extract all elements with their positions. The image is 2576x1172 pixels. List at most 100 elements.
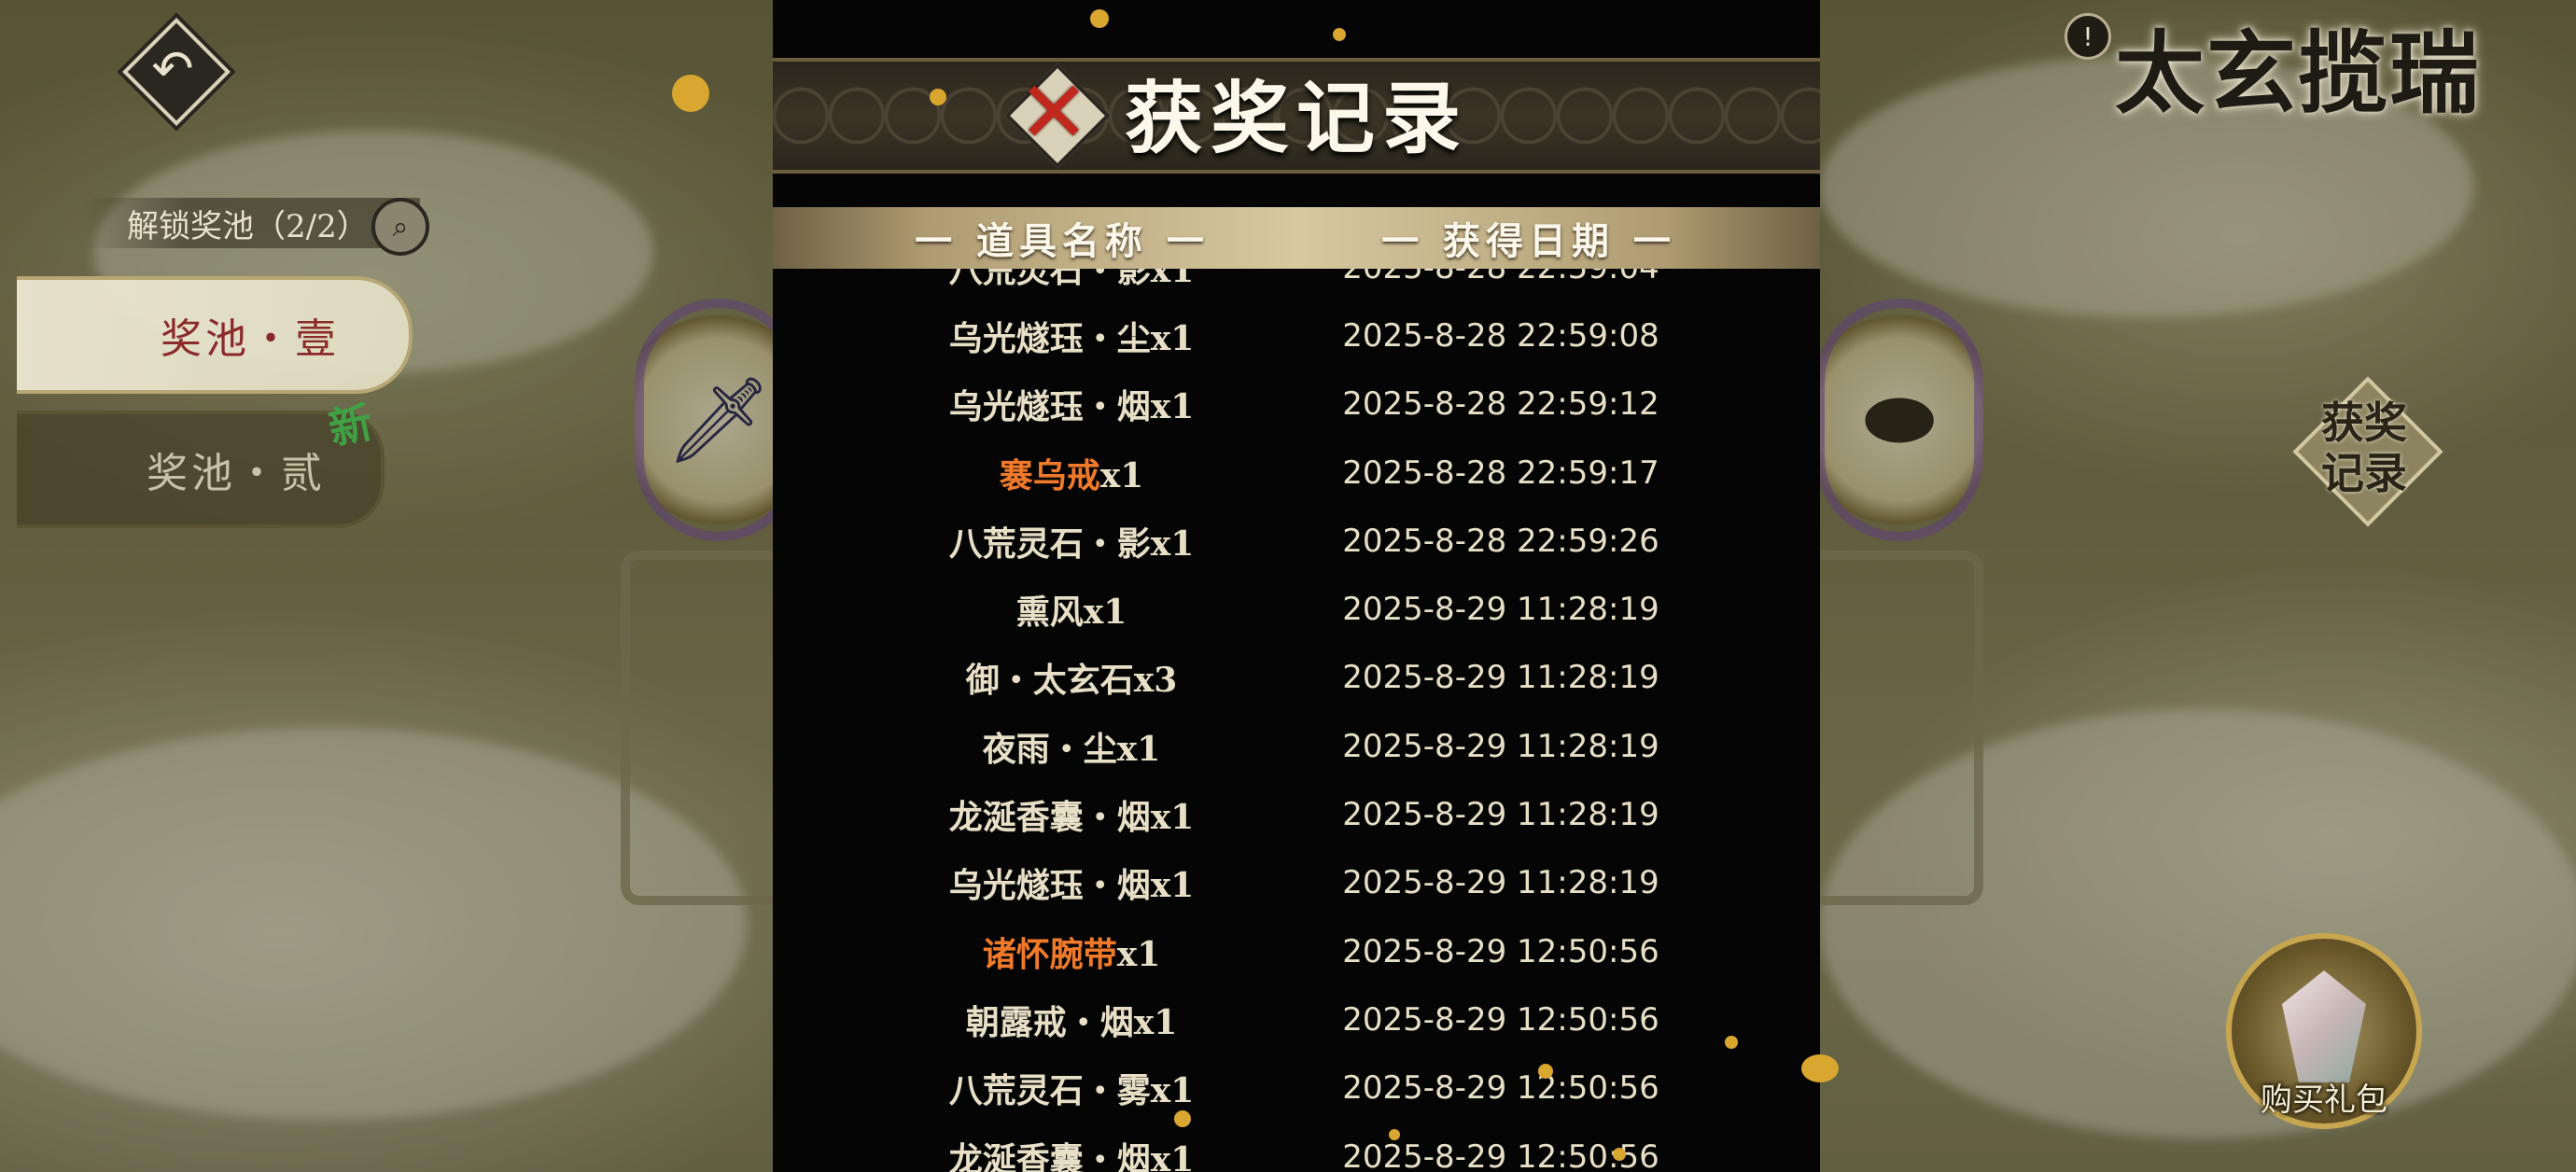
- record-row: 八荒灵石・影x12025-8-28 22:59:04: [773, 269, 1820, 301]
- record-date: 2025-8-28 22:59:08: [1342, 316, 1659, 355]
- record-item-quantity: x1: [1150, 1071, 1195, 1111]
- record-item-base-name: 八荒灵石・雾: [948, 1071, 1151, 1111]
- record-item-rare-name: 褰乌戒: [999, 455, 1100, 495]
- record-item-quantity: x1: [1116, 729, 1161, 769]
- record-row: 乌光燧珏・烟x1 2025-8-28 22:59:12: [773, 370, 1820, 439]
- record-date: 2025-8-29 11:28:19: [1342, 796, 1659, 834]
- record-item-name: 八荒灵石・影x1: [773, 269, 1370, 292]
- close-button[interactable]: ✕: [1003, 62, 1111, 169]
- record-item-quantity: x1: [1133, 1002, 1178, 1042]
- record-item-rare-name: 诸怀腕带: [982, 934, 1117, 974]
- gold-sparkle: [1613, 1148, 1626, 1161]
- award-record-button[interactable]: 获奖 记录: [2292, 376, 2443, 527]
- record-item-quantity: x1: [1116, 934, 1161, 974]
- record-item-quantity: x3: [1133, 661, 1178, 701]
- column-header-date: 一 获得日期 一: [1381, 219, 1676, 263]
- gold-sparkle: [1538, 1064, 1553, 1079]
- record-item-name: 御・太玄石x3: [773, 653, 1370, 702]
- back-button[interactable]: ↶: [121, 17, 231, 126]
- record-item-base-name: 朝露戒・烟: [965, 1002, 1134, 1042]
- record-item-base-name: 龙涎香囊・烟: [948, 1139, 1151, 1172]
- back-arrow-icon: ↶: [151, 38, 194, 98]
- record-row: 八荒灵石・影x1 2025-8-28 22:59:26: [773, 507, 1820, 575]
- unlock-pool-label: 解锁奖池（2/2）: [127, 207, 369, 245]
- record-item-name: 褰乌戒x1: [773, 449, 1370, 497]
- record-date: 2025-8-29 12:50:56: [1342, 1069, 1659, 1108]
- record-item-base-name: 乌光燧珏・烟: [948, 866, 1151, 906]
- pool-tab-label: 奖池・壹: [161, 315, 340, 363]
- award-record-label-line1: 获奖: [2321, 398, 2407, 448]
- record-item-base-name: 乌光燧珏・尘: [948, 318, 1151, 358]
- record-row: 龙涎香囊・烟x1 2025-8-29 12:50:56: [773, 1123, 1820, 1172]
- record-item-name: 龙涎香囊・烟x1: [773, 1133, 1370, 1172]
- record-row: 乌光燧珏・尘x1 2025-8-28 22:59:08: [773, 301, 1820, 370]
- record-row: 褰乌戒x1 2025-8-28 22:59:17: [773, 439, 1820, 507]
- gold-sparkle: [1333, 28, 1346, 41]
- record-date: 2025-8-29 11:28:19: [1342, 591, 1659, 629]
- record-item-name: 龙涎香囊・烟x1: [773, 790, 1370, 839]
- modal-title: 获奖记录: [1124, 71, 1468, 164]
- record-date: 2025-8-29 11:28:19: [1342, 864, 1659, 902]
- gold-sparkle: [672, 75, 709, 112]
- record-item-base-name: 乌光燧珏・烟: [948, 387, 1151, 427]
- record-item-quantity: x1: [1150, 866, 1195, 906]
- record-item-quantity: x1: [1099, 455, 1144, 495]
- record-item-base-name: 八荒灵石・影: [948, 269, 1151, 290]
- close-x-icon: ✕: [1017, 62, 1090, 162]
- column-header-item-name: 一 道具名称 一: [915, 219, 1210, 263]
- record-item-name: 夜雨・尘x1: [773, 722, 1370, 771]
- record-date: 2025-8-28 22:59:26: [1342, 522, 1659, 560]
- record-date: 2025-8-29 12:50:56: [1342, 932, 1659, 970]
- table-header: 一 道具名称 一 一 获得日期 一: [773, 207, 1820, 269]
- record-item-name: 八荒灵石・影x1: [773, 517, 1370, 565]
- record-row: 御・太玄石x3 2025-8-29 11:28:19: [773, 644, 1820, 712]
- award-record-modal: 获奖记录 一 道具名称 一 一 获得日期 一 八荒灵石・影x12025-8-28…: [773, 0, 1820, 1172]
- unlock-pool-indicator: 解锁奖池（2/2） ⌕: [84, 198, 429, 256]
- award-record-label: 获奖 记录: [2294, 378, 2434, 518]
- info-icon[interactable]: !: [2065, 13, 2111, 60]
- record-row: 夜雨・尘x1 2025-8-29 11:28:19: [773, 712, 1820, 780]
- record-row: 熏风x1 2025-8-29 11:28:19: [773, 575, 1820, 643]
- record-item-quantity: x1: [1150, 523, 1195, 564]
- record-item-base-name: 八荒灵石・影: [948, 523, 1151, 564]
- record-item-quantity: x1: [1083, 593, 1127, 633]
- record-row: 八荒灵石・雾x1 2025-8-29 12:50:56: [773, 1054, 1820, 1123]
- pool-tab-label: 奖池・贰: [147, 450, 326, 497]
- record-item-quantity: x1: [1150, 318, 1195, 358]
- record-item-base-name: 龙涎香囊・烟: [948, 798, 1151, 838]
- record-date: 2025-8-29 11:28:19: [1342, 727, 1659, 765]
- record-item-name: 乌光燧珏・尘x1: [773, 312, 1370, 360]
- record-item-quantity: x1: [1150, 387, 1195, 427]
- record-date: 2025-8-28 22:59:04: [1323, 269, 1678, 286]
- record-item-name: 八荒灵石・雾x1: [773, 1064, 1370, 1112]
- record-date: 2025-8-28 22:59:12: [1342, 385, 1659, 424]
- gold-sparkle: [1090, 9, 1109, 28]
- gold-sparkle: [930, 89, 946, 105]
- record-row: 诸怀腕带x1 2025-8-29 12:50:56: [773, 917, 1820, 985]
- record-item-name: 熏风x1: [773, 585, 1370, 634]
- record-date: 2025-8-28 22:59:17: [1342, 453, 1659, 492]
- record-item-name: 诸怀腕带x1: [773, 928, 1370, 976]
- record-item-base-name: 御・太玄石: [965, 661, 1134, 701]
- record-item-name: 乌光燧珏・烟x1: [773, 380, 1370, 428]
- record-item-quantity: x1: [1150, 798, 1195, 838]
- record-item-name: 朝露戒・烟x1: [773, 996, 1370, 1044]
- buy-gift-pack-button[interactable]: 购买礼包: [2226, 933, 2422, 1129]
- record-item-base-name: 夜雨・尘: [982, 729, 1117, 769]
- record-item-name: 乌光燧珏・烟x1: [773, 858, 1370, 907]
- gold-sparkle: [1174, 1110, 1191, 1127]
- pool-tab-1[interactable]: 奖池・壹: [17, 276, 413, 394]
- record-date: 2025-8-29 11:28:19: [1342, 659, 1659, 697]
- record-row: 乌光燧珏・烟x1 2025-8-29 11:28:19: [773, 849, 1820, 917]
- record-row: 龙涎香囊・烟x1 2025-8-29 11:28:19: [773, 780, 1820, 848]
- record-list[interactable]: 八荒灵石・影x12025-8-28 22:59:04乌光燧珏・尘x12025-8…: [773, 269, 1820, 1172]
- gold-sparkle: [1389, 1129, 1400, 1140]
- award-record-label-line2: 记录: [2321, 448, 2407, 498]
- gold-sparkle: [1801, 1054, 1839, 1082]
- modal-top-band: [773, 0, 1820, 58]
- record-item-quantity: x1: [1150, 1139, 1195, 1172]
- gold-sparkle: [1725, 1036, 1738, 1049]
- record-item-quantity: x1: [1150, 269, 1195, 290]
- magnifier-icon[interactable]: ⌕: [371, 198, 429, 256]
- record-item-base-name: 熏风: [1015, 593, 1084, 633]
